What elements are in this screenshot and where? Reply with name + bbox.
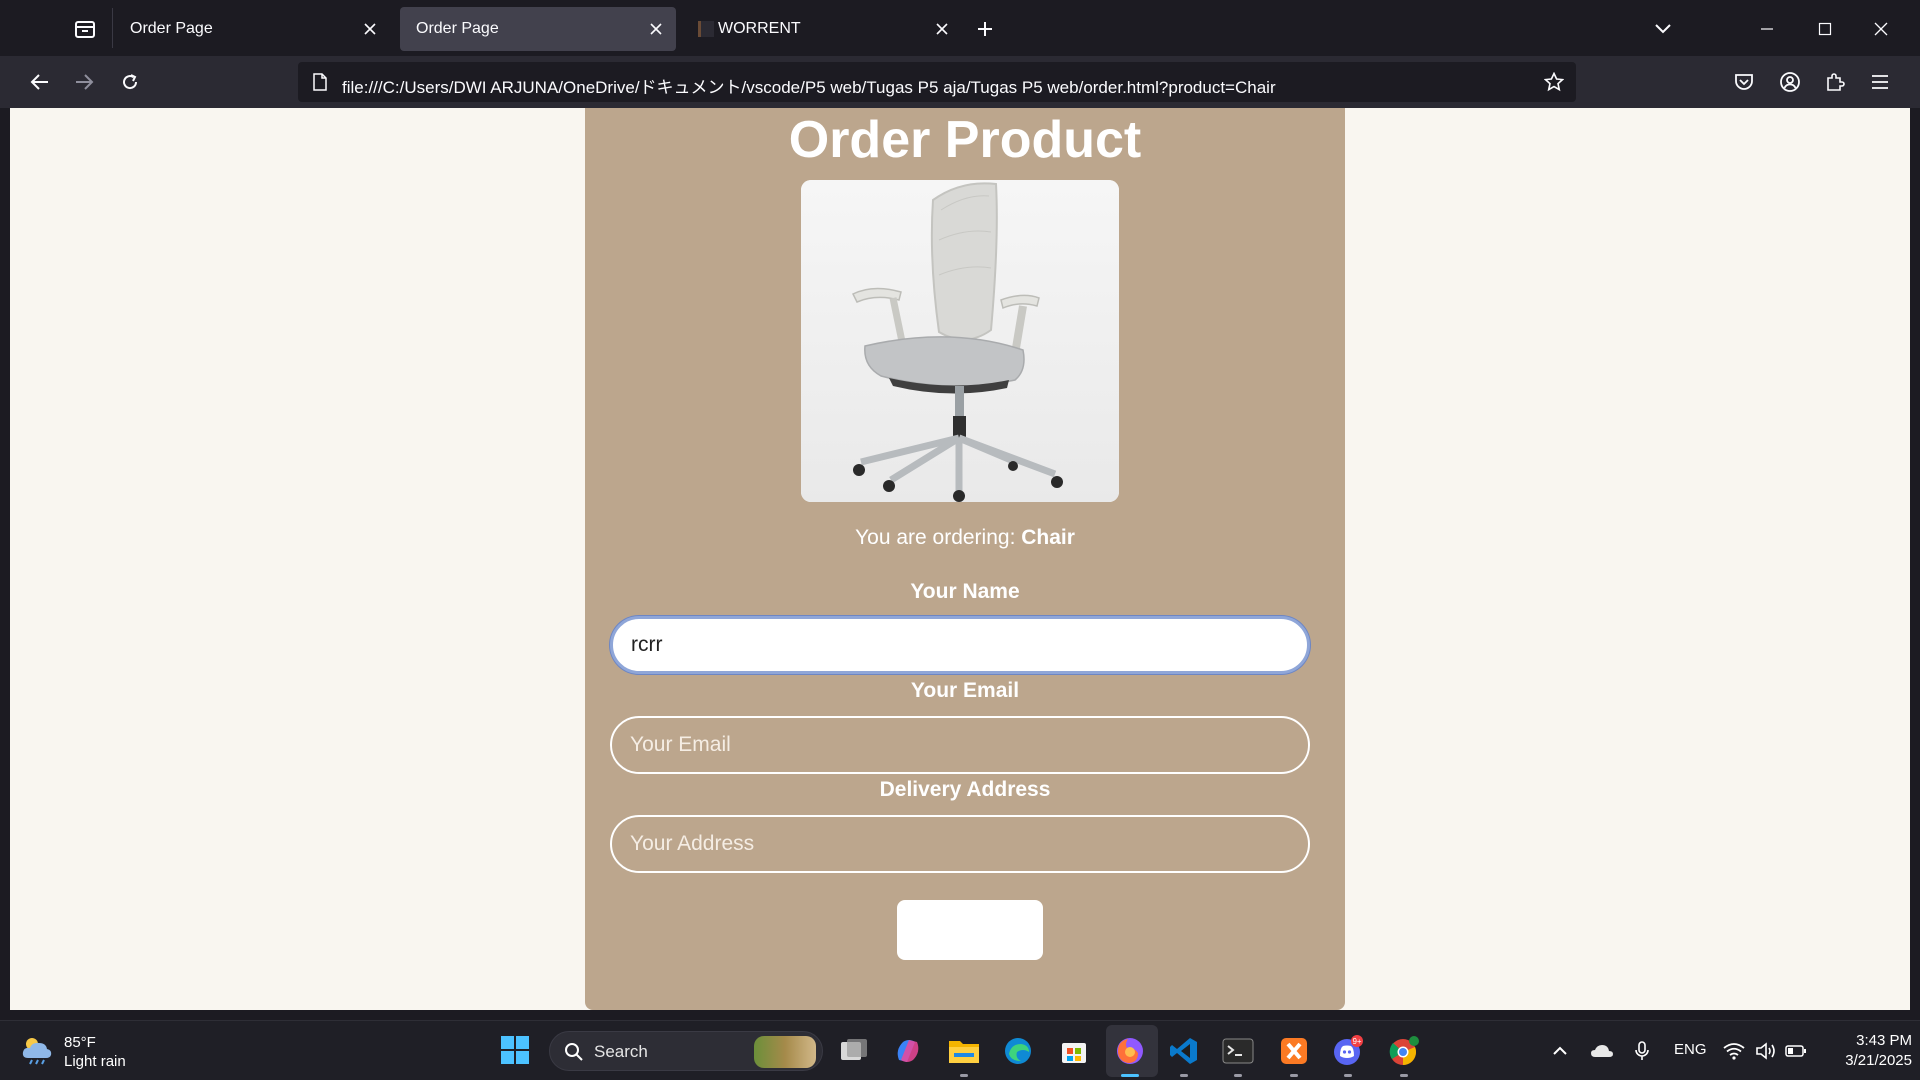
copilot-icon[interactable] bbox=[890, 1033, 926, 1069]
ordering-prefix: You are ordering: bbox=[855, 526, 1022, 549]
minimize-icon[interactable] bbox=[1752, 14, 1782, 44]
weather-temperature: 85°F bbox=[64, 1034, 96, 1051]
running-indicator bbox=[1121, 1074, 1139, 1077]
vscode-icon[interactable] bbox=[1166, 1033, 1202, 1077]
clock-time: 3:43 PM bbox=[1856, 1032, 1912, 1049]
windows-start-icon[interactable] bbox=[500, 1035, 532, 1067]
firefox-icon[interactable] bbox=[1112, 1033, 1148, 1077]
windows-taskbar: 85°F Light rain Search 9+ ENG 3:43 PM 3/… bbox=[0, 1020, 1920, 1080]
new-tab-plus-icon[interactable] bbox=[970, 14, 1000, 44]
address-label: Delivery Address bbox=[879, 778, 1051, 801]
search-label: Search bbox=[594, 1042, 648, 1061]
taskbar-clock[interactable]: 3:43 PM 3/21/2025 bbox=[1822, 1031, 1912, 1071]
microsoft-store-icon[interactable] bbox=[1056, 1033, 1092, 1069]
page-title: Order Product bbox=[788, 111, 1142, 169]
tab-separator bbox=[112, 8, 113, 48]
chrome-icon[interactable] bbox=[1386, 1033, 1422, 1077]
close-window-icon[interactable] bbox=[1866, 14, 1896, 44]
running-indicator bbox=[960, 1074, 968, 1077]
weather-widget[interactable]: 85°F Light rain bbox=[20, 1031, 126, 1073]
task-view-icon[interactable] bbox=[836, 1033, 872, 1069]
page-viewport: Order Product You are ordering: Chair Yo… bbox=[10, 108, 1910, 1010]
tab-label: WORRENT bbox=[718, 20, 801, 37]
file-explorer-icon[interactable] bbox=[946, 1033, 982, 1077]
running-indicator bbox=[1290, 1074, 1298, 1077]
terminal-icon[interactable] bbox=[1220, 1033, 1256, 1077]
taskbar-search-box[interactable]: Search bbox=[549, 1031, 823, 1071]
close-tab-icon[interactable] bbox=[646, 19, 666, 39]
ordering-summary: You are ordering: Chair bbox=[585, 526, 1345, 550]
xampp-icon[interactable] bbox=[1276, 1033, 1312, 1077]
search-icon bbox=[564, 1042, 584, 1067]
order-panel: Order Product You are ordering: Chair Yo… bbox=[585, 108, 1345, 1010]
submit-order-button[interactable] bbox=[897, 900, 1043, 960]
menu-hamburger-icon[interactable] bbox=[1864, 66, 1896, 98]
search-highlight-image bbox=[754, 1036, 816, 1068]
pocket-icon[interactable] bbox=[1728, 66, 1760, 98]
back-arrow-icon[interactable] bbox=[24, 66, 56, 98]
running-indicator bbox=[1400, 1074, 1408, 1077]
clock-date: 3/21/2025 bbox=[1845, 1052, 1912, 1069]
tab-order-page-2[interactable]: Order Page bbox=[400, 7, 676, 51]
email-label: Your Email bbox=[910, 679, 1020, 702]
tab-view-icon[interactable] bbox=[68, 14, 102, 44]
forward-arrow-icon[interactable] bbox=[68, 66, 100, 98]
email-input[interactable] bbox=[610, 716, 1310, 774]
address-input[interactable] bbox=[610, 815, 1310, 873]
url-text[interactable]: file:///C:/Users/DWI ARJUNA/OneDrive/ドキュ… bbox=[342, 73, 1276, 98]
language-indicator[interactable]: ENG bbox=[1674, 1041, 1707, 1058]
list-all-tabs-chevron-icon[interactable] bbox=[1648, 14, 1678, 44]
maximize-icon[interactable] bbox=[1810, 14, 1840, 44]
onedrive-cloud-icon[interactable] bbox=[1588, 1037, 1616, 1065]
tab-worrent[interactable]: WORRENT bbox=[686, 7, 962, 51]
page-file-icon bbox=[310, 72, 330, 92]
tab-bar: Order Page Order Page WORRENT bbox=[0, 0, 1920, 56]
worrent-favicon-icon bbox=[698, 21, 714, 37]
running-indicator bbox=[1180, 1074, 1188, 1077]
weather-description: Light rain bbox=[64, 1053, 126, 1070]
battery-icon[interactable] bbox=[1782, 1037, 1810, 1065]
running-indicator bbox=[1344, 1074, 1352, 1077]
name-label: Your Name bbox=[910, 580, 1020, 603]
url-bar[interactable]: file:///C:/Users/DWI ARJUNA/OneDrive/ドキュ… bbox=[298, 62, 1576, 102]
name-input[interactable] bbox=[610, 616, 1310, 674]
discord-badge-count: 9+ bbox=[1352, 1037, 1361, 1046]
tab-order-page-1[interactable]: Order Page bbox=[114, 7, 390, 51]
rain-cloud-icon bbox=[20, 1034, 54, 1071]
extensions-puzzle-icon[interactable] bbox=[1819, 66, 1851, 98]
reload-icon[interactable] bbox=[114, 66, 146, 98]
running-indicator bbox=[1234, 1074, 1242, 1077]
product-image-chair bbox=[801, 180, 1119, 502]
navigation-bar: file:///C:/Users/DWI ARJUNA/OneDrive/ドキュ… bbox=[0, 56, 1920, 108]
ordering-product-name: Chair bbox=[1021, 526, 1075, 549]
volume-icon[interactable] bbox=[1752, 1037, 1780, 1065]
close-tab-icon[interactable] bbox=[360, 19, 380, 39]
show-hidden-icons-chevron-icon[interactable] bbox=[1546, 1037, 1574, 1065]
discord-icon[interactable]: 9+ bbox=[1330, 1033, 1366, 1077]
tab-label: Order Page bbox=[416, 20, 499, 37]
microphone-icon[interactable] bbox=[1628, 1037, 1656, 1065]
close-tab-icon[interactable] bbox=[932, 19, 952, 39]
bookmark-star-icon[interactable] bbox=[1542, 70, 1566, 94]
tab-label: Order Page bbox=[130, 20, 213, 37]
wifi-icon[interactable] bbox=[1720, 1037, 1748, 1065]
account-icon[interactable] bbox=[1774, 66, 1806, 98]
edge-browser-icon[interactable] bbox=[1000, 1033, 1036, 1069]
